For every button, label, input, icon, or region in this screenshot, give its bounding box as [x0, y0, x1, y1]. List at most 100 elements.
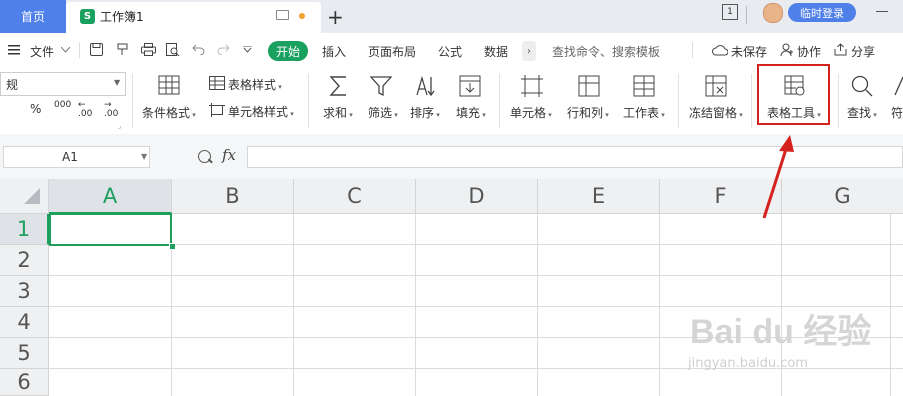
fill-icon [459, 75, 481, 97]
redo-icon[interactable] [217, 44, 230, 55]
decrease-decimal-button[interactable]: → .00 [104, 101, 118, 119]
dialog-launcher-icon[interactable]: ⌟ [118, 122, 121, 130]
symbol-button[interactable]: 符 [891, 104, 903, 121]
sum-icon [329, 76, 346, 96]
divider [746, 6, 747, 24]
worksheet-icon [633, 75, 655, 97]
monitor-icon[interactable] [276, 10, 289, 20]
table-style-button[interactable]: 表格样式 ▾ [228, 76, 282, 93]
filter-button[interactable]: 筛选 ▾ [368, 104, 398, 121]
table-style-icon [209, 76, 225, 90]
highlight-box [757, 64, 830, 125]
format-painter-icon[interactable] [116, 43, 129, 56]
increase-decimal-button[interactable]: ← .00 [78, 101, 92, 119]
unsaved-dot-icon [299, 13, 305, 19]
symbol-icon [894, 76, 903, 96]
tab-formulas[interactable]: 公式 [438, 43, 462, 60]
insert-function-button[interactable]: fx [222, 146, 236, 164]
fill-button[interactable]: 填充 ▾ [456, 104, 486, 121]
cell-style-icon [209, 103, 225, 117]
name-box-value: A1 [62, 150, 78, 164]
watermark-url: jingyan.baidu.com [688, 356, 808, 371]
sort-button[interactable]: 排序 ▾ [410, 104, 440, 121]
conditional-format-button[interactable]: 条件格式 ▾ [142, 104, 196, 121]
thousands-separator-button[interactable]: 000 [54, 100, 71, 110]
cell-icon [521, 75, 543, 97]
select-all-icon [24, 188, 40, 204]
selected-cell-a1[interactable] [49, 213, 172, 246]
collaborate-button[interactable]: 协作 [797, 43, 821, 60]
tab-start[interactable]: 开始 [268, 41, 308, 61]
increase-decimal-label: .00 [78, 109, 93, 119]
tab-page-layout[interactable]: 页面布局 [368, 43, 416, 60]
print-preview-icon[interactable] [166, 43, 180, 57]
freeze-panes-icon [705, 75, 727, 97]
tab-data[interactable]: 数据 [484, 43, 508, 60]
find-button[interactable]: 查找 ▾ [847, 104, 877, 121]
row-header-6[interactable]: 6 [0, 369, 49, 396]
divider [499, 74, 500, 128]
filter-icon [370, 76, 392, 97]
column-header-b[interactable]: B [172, 179, 294, 214]
search-icon [851, 75, 873, 97]
percent-style-button[interactable]: % [30, 102, 41, 116]
row-header-2[interactable]: 2 [0, 245, 49, 276]
row-header-5[interactable]: 5 [0, 338, 49, 369]
divider [838, 74, 839, 128]
divider [678, 74, 679, 128]
number-format-select[interactable] [0, 72, 126, 96]
divider [79, 42, 80, 58]
window-count-icon[interactable]: 1 [722, 4, 738, 20]
chevron-down-icon[interactable]: ▼ [114, 78, 120, 87]
row-header-1[interactable]: 1 [0, 214, 49, 245]
share-button[interactable]: 分享 [851, 43, 875, 60]
column-header-a[interactable]: A [49, 179, 172, 214]
divider [132, 74, 133, 128]
decrease-decimal-label: .00 [104, 109, 119, 119]
row-header-4[interactable]: 4 [0, 307, 49, 338]
undo-icon[interactable] [192, 44, 205, 55]
login-button[interactable]: 临时登录 [788, 3, 856, 22]
cloud-icon [712, 45, 728, 56]
divider [751, 74, 752, 128]
more-tabs-button[interactable]: › [522, 41, 536, 61]
collaborate-icon [780, 43, 793, 57]
share-icon [834, 43, 847, 56]
cell-button[interactable]: 单元格 ▾ [510, 104, 552, 121]
sort-icon [416, 75, 435, 97]
avatar[interactable] [763, 3, 783, 23]
column-header-f[interactable]: F [660, 179, 782, 214]
fill-handle[interactable] [169, 243, 176, 250]
hamburger-icon[interactable] [8, 45, 20, 55]
command-search-input[interactable]: 查找命令、搜索模板 [552, 43, 660, 60]
unsaved-status[interactable]: 未保存 [731, 43, 767, 60]
customize-dropdown-icon[interactable] [243, 46, 252, 53]
spreadsheet-icon: S [80, 9, 95, 24]
column-header-e[interactable]: E [538, 179, 660, 214]
divider [308, 74, 309, 128]
file-menu[interactable]: 文件 [30, 43, 54, 60]
formula-input[interactable] [247, 146, 903, 168]
tab-insert[interactable]: 插入 [322, 43, 346, 60]
save-icon[interactable] [90, 43, 103, 56]
chevron-down-icon[interactable]: ▼ [141, 152, 147, 161]
watermark-logo: Bai du 经验 [690, 313, 872, 351]
column-header-c[interactable]: C [294, 179, 416, 214]
row-header-3[interactable]: 3 [0, 276, 49, 307]
conditional-format-icon [158, 75, 180, 95]
divider [692, 42, 693, 58]
column-header-g[interactable]: G [782, 179, 903, 214]
column-header-d[interactable]: D [416, 179, 538, 214]
sum-button[interactable]: 求和 ▾ [323, 104, 353, 121]
new-tab-button[interactable]: + [327, 5, 344, 29]
tab-home[interactable]: 首页 [0, 0, 66, 33]
print-icon[interactable] [141, 43, 156, 56]
row-col-button[interactable]: 行和列 ▾ [567, 104, 609, 121]
worksheet-button[interactable]: 工作表 ▾ [623, 104, 665, 121]
grid-line [49, 244, 903, 245]
minimize-icon[interactable] [876, 11, 888, 12]
chevron-down-icon[interactable] [61, 47, 70, 53]
cell-style-button[interactable]: 单元格样式 ▾ [228, 103, 294, 120]
freeze-panes-button[interactable]: 冻结窗格 ▾ [689, 104, 743, 121]
row-col-icon [578, 75, 600, 97]
